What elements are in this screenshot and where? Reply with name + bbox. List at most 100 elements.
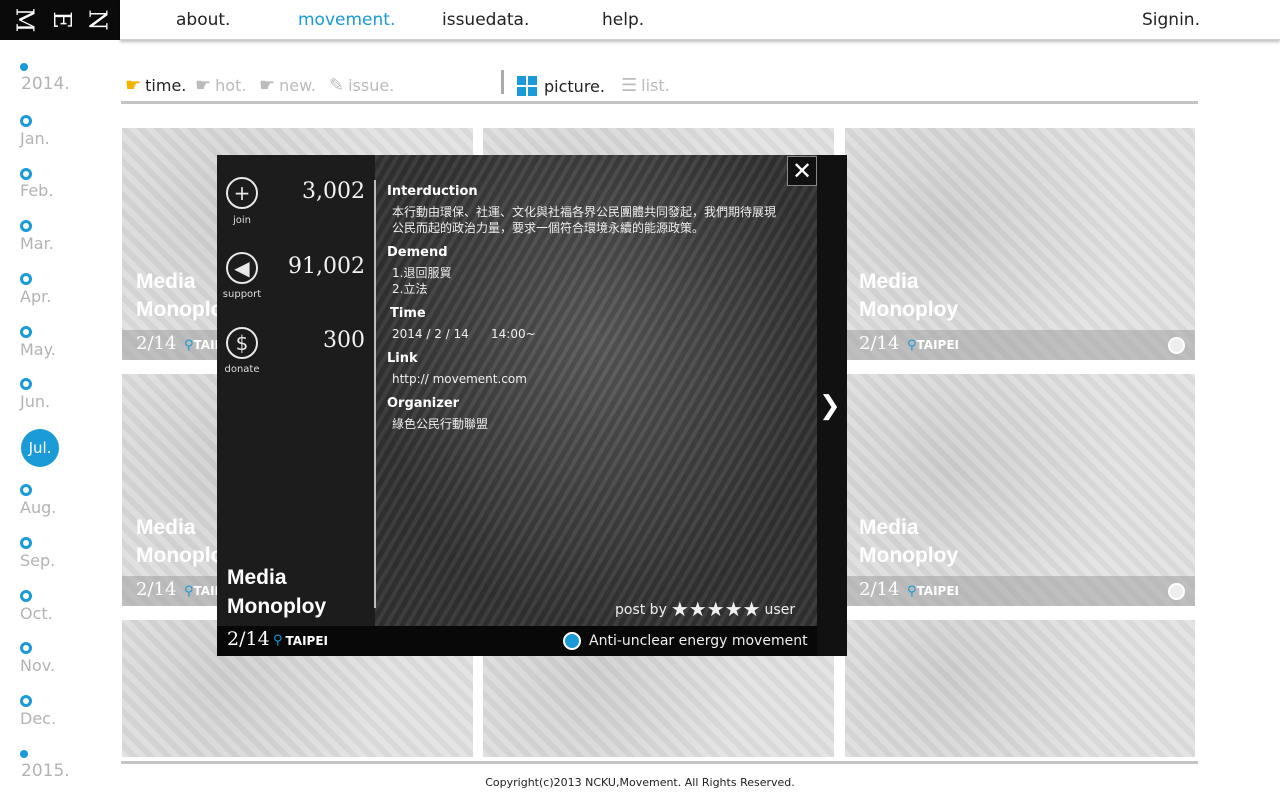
- next-arrow-button[interactable]: ❯: [819, 391, 841, 421]
- demend-heading: Demend: [387, 245, 448, 260]
- close-icon: ✕: [791, 157, 813, 185]
- star-icon: ★: [724, 597, 743, 621]
- card-title: Media Monoploy: [859, 270, 959, 321]
- timeline-month-active[interactable]: Jul.: [21, 429, 59, 467]
- timeline-month[interactable]: May.: [20, 340, 56, 359]
- pointing-hand-icon: ☛: [195, 75, 212, 96]
- list-icon: ☰: [621, 75, 638, 96]
- signin-link[interactable]: Signin.: [1142, 10, 1200, 30]
- timeline-month[interactable]: Mar.: [20, 234, 54, 253]
- filter-time[interactable]: ☛ time.: [125, 76, 186, 95]
- support-count: 91,002: [288, 254, 365, 279]
- logo-letter-m: M: [10, 7, 39, 33]
- view-list[interactable]: ☰ list.: [621, 76, 670, 95]
- timeline-month[interactable]: Oct.: [20, 604, 53, 623]
- movement-card[interactable]: [845, 620, 1195, 757]
- nav-issuedata[interactable]: issuedata.: [442, 10, 529, 30]
- card-image: [845, 620, 1195, 757]
- nav-help[interactable]: help.: [602, 10, 644, 30]
- time-heading: Time: [390, 306, 426, 321]
- radiation-icon: [1168, 337, 1185, 354]
- view-picture-label: picture.: [544, 77, 605, 96]
- radiation-icon: [563, 632, 581, 650]
- movement-card[interactable]: Media Monoploy 2/14 ⚲TAIPEI: [845, 128, 1195, 360]
- modal-category-label: Anti-unclear energy movement: [589, 633, 808, 649]
- close-button[interactable]: ✕: [787, 156, 817, 186]
- card-image: [845, 374, 1195, 606]
- time-date: 2014 / 2 / 14: [392, 327, 469, 341]
- timeline-month[interactable]: Feb.: [20, 181, 53, 200]
- link-heading: Link: [387, 351, 418, 366]
- pointing-hand-icon: ☛: [125, 75, 142, 96]
- location-pin-icon: ⚲: [184, 584, 194, 599]
- intro-text-line1: 本行動由環保、社運、文化與社福各界公民團體共同發起，我們期待展現: [392, 205, 777, 219]
- nav-about[interactable]: about.: [176, 10, 230, 30]
- timeline-month[interactable]: Sep.: [20, 551, 55, 570]
- chevron-right-icon: ❯: [819, 391, 841, 421]
- card-location: ⚲TAIPEI: [907, 338, 959, 353]
- star-icon: ★: [670, 597, 689, 621]
- organizer-heading: Organizer: [387, 396, 460, 411]
- timeline-dot: [20, 273, 32, 285]
- card-image: [845, 128, 1195, 360]
- view-picture[interactable]: picture.: [517, 76, 605, 96]
- time-clock: 14:00~: [491, 327, 536, 341]
- timeline-dot: [20, 326, 32, 338]
- demend-item: 1.退回服貿: [392, 266, 452, 280]
- view-list-label: list.: [641, 76, 670, 95]
- timeline-dot: [20, 590, 32, 602]
- grid-icon: [517, 76, 537, 96]
- post-user[interactable]: user: [765, 602, 796, 618]
- logo-letter-n: N: [83, 9, 112, 31]
- timeline-dot: [20, 695, 32, 707]
- top-nav: about. movement. issuedata. help. Signin…: [120, 0, 1280, 40]
- modal-location: ⚲ TAIPEI: [273, 633, 328, 648]
- link-value[interactable]: http:// movement.com: [392, 371, 527, 387]
- post-by: post by ★★★★★ user: [615, 599, 795, 620]
- filter-issue-label: issue.: [348, 76, 395, 95]
- card-date: 2/14: [859, 333, 900, 354]
- timeline-month[interactable]: Apr.: [20, 287, 51, 306]
- nav-movement[interactable]: movement.: [298, 10, 395, 30]
- logo[interactable]: M E N: [0, 0, 120, 40]
- timeline-year-start[interactable]: 2014.: [21, 74, 70, 94]
- rating-stars: ★★★★★: [671, 599, 761, 620]
- star-icon: ★: [688, 597, 707, 621]
- timeline-dot: [20, 642, 32, 654]
- modal-divider: [374, 180, 376, 608]
- location-pin-icon: ⚲: [184, 338, 194, 353]
- modal-title: Media Monoploy: [227, 566, 327, 618]
- filter-new[interactable]: ☛ new.: [259, 76, 316, 95]
- copyright: Copyright(c)2013 NCKU,Movement. All Righ…: [485, 776, 795, 789]
- filter-bar: ☛ time. ☛ hot. ☛ new. ✎ issue. picture. …: [121, 68, 1198, 104]
- timeline-dot: [20, 168, 32, 180]
- donate-label: donate: [224, 364, 260, 375]
- support-label: support: [222, 289, 262, 300]
- location-pin-icon: ⚲: [907, 584, 917, 599]
- pin-icon: ✎: [329, 75, 345, 96]
- timeline-month[interactable]: Dec.: [20, 709, 56, 728]
- card-title: Media Monoploy: [859, 516, 959, 567]
- card-date: 2/14: [136, 579, 177, 600]
- filter-hot-label: hot.: [215, 76, 247, 95]
- modal-category[interactable]: Anti-unclear energy movement: [563, 632, 808, 650]
- timeline-month[interactable]: Jan.: [20, 129, 50, 148]
- timeline-dot: [20, 115, 32, 127]
- card-footer: 2/14 ⚲TAIPEI: [845, 576, 1195, 606]
- donate-count: 300: [323, 328, 365, 353]
- timeline-month[interactable]: Aug.: [20, 498, 56, 517]
- filter-issue[interactable]: ✎ issue.: [329, 76, 394, 95]
- timeline-dot: [20, 484, 32, 496]
- movement-card[interactable]: Media Monoploy 2/14 ⚲TAIPEI: [845, 374, 1195, 606]
- movement-detail-modal: ✕ + join 3,002 ◀ support 91,002 $ donate…: [217, 155, 847, 656]
- intro-text-line2: 公民而起的政治力量，要求一個符合環境永續的能源政策。: [392, 221, 705, 235]
- filter-new-label: new.: [279, 76, 316, 95]
- filter-hot[interactable]: ☛ hot.: [195, 76, 246, 95]
- location-pin-icon: ⚲: [907, 338, 917, 353]
- timeline-month[interactable]: Jun.: [20, 392, 50, 411]
- join-count: 3,002: [302, 179, 365, 204]
- modal-footer: 2/14 ⚲ TAIPEI Anti-unclear energy movemen…: [217, 626, 817, 656]
- location-pin-icon: ⚲: [273, 633, 283, 648]
- timeline-month[interactable]: Nov.: [20, 656, 55, 675]
- demend-item: 2.立法: [392, 282, 428, 296]
